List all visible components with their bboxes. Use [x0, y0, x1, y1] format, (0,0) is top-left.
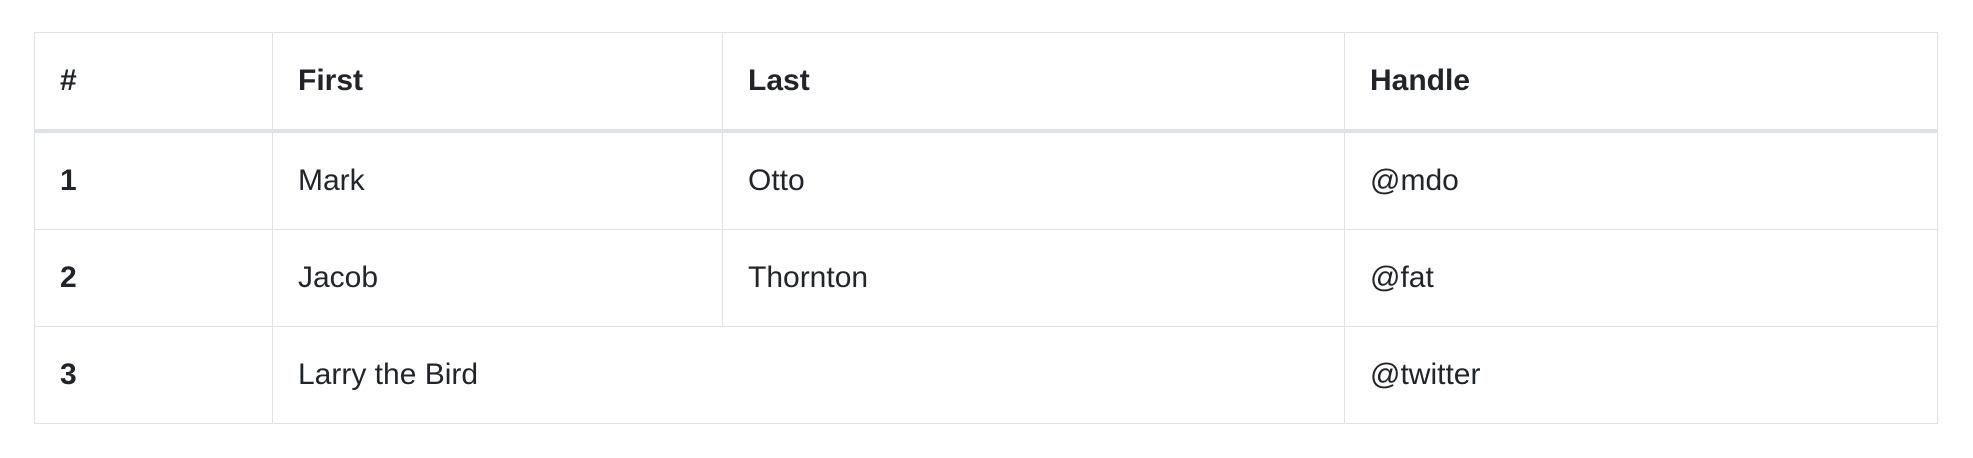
cell-handle: @twitter [1344, 326, 1938, 424]
table-header-row: # First Last Handle [34, 32, 1938, 133]
data-table-container: # First Last Handle 1 Mark Otto @mdo 2 J… [34, 32, 1938, 424]
data-table: # First Last Handle 1 Mark Otto @mdo 2 J… [34, 32, 1938, 424]
row-number: 1 [34, 130, 273, 230]
column-header-first: First [272, 32, 723, 133]
column-header-number: # [34, 32, 273, 133]
table-row: 3 Larry the Bird @twitter [34, 326, 1938, 424]
table-row: 1 Mark Otto @mdo [34, 130, 1938, 230]
cell-first: Jacob [272, 229, 723, 327]
row-number: 2 [34, 229, 273, 327]
cell-first: Mark [272, 130, 723, 230]
table-body: 1 Mark Otto @mdo 2 Jacob Thornton @fat 3… [34, 130, 1938, 424]
cell-first-last-merged: Larry the Bird [272, 326, 1345, 424]
row-number: 3 [34, 326, 273, 424]
table-header: # First Last Handle [34, 32, 1938, 133]
cell-last: Otto [722, 130, 1345, 230]
cell-handle: @fat [1344, 229, 1938, 327]
cell-last: Thornton [722, 229, 1345, 327]
column-header-handle: Handle [1344, 32, 1938, 133]
column-header-last: Last [722, 32, 1345, 133]
table-row: 2 Jacob Thornton @fat [34, 229, 1938, 327]
cell-handle: @mdo [1344, 130, 1938, 230]
